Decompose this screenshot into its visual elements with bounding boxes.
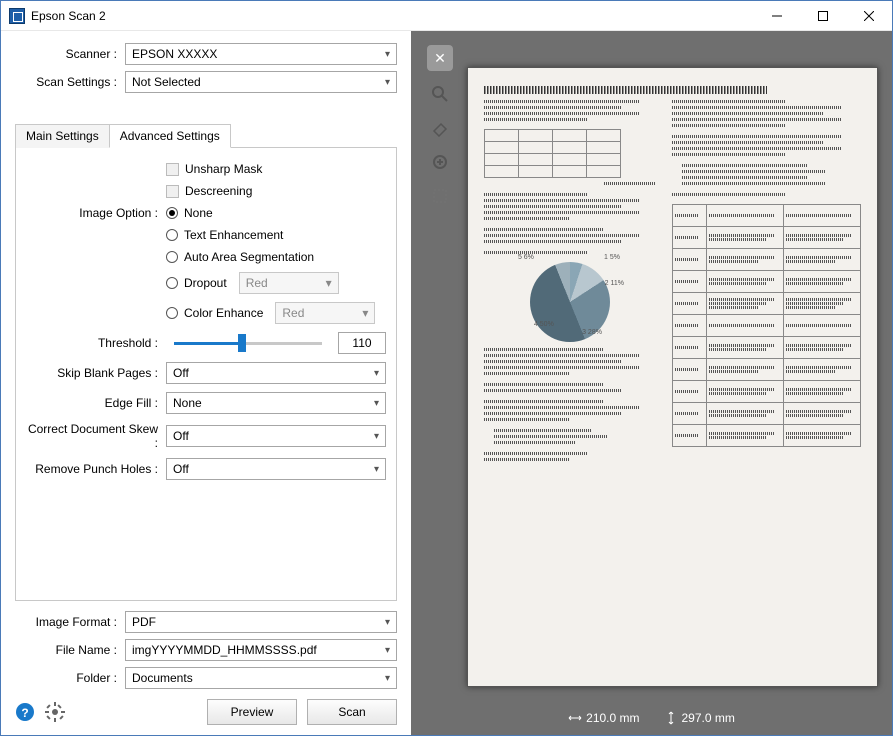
- tab-main-settings[interactable]: Main Settings: [15, 124, 110, 148]
- close-preview-icon[interactable]: ✕: [427, 45, 453, 71]
- scan-settings-value: Not Selected: [132, 75, 201, 89]
- gear-icon[interactable]: [45, 702, 65, 722]
- punch-holes-label: Remove Punch Holes :: [26, 462, 166, 476]
- descreening-label: Descreening: [185, 184, 252, 198]
- scanner-value: EPSON XXXXX: [132, 47, 217, 61]
- scan-button[interactable]: Scan: [307, 699, 397, 725]
- window-title: Epson Scan 2: [31, 9, 754, 23]
- rotate-icon[interactable]: [429, 151, 451, 173]
- radio-none-label: None: [184, 206, 213, 220]
- threshold-slider[interactable]: [174, 342, 322, 345]
- width-icon: [568, 711, 582, 725]
- edge-fill-select[interactable]: None▾: [166, 392, 386, 414]
- minimize-button[interactable]: [754, 1, 800, 31]
- scan-settings-select[interactable]: Not Selected ▾: [125, 71, 397, 93]
- radio-dropout[interactable]: [166, 277, 178, 289]
- file-name-label: File Name :: [15, 643, 125, 657]
- app-icon: [9, 8, 25, 24]
- radio-auto-seg-label: Auto Area Segmentation: [184, 250, 314, 264]
- color-enhance-select: Red▾: [275, 302, 375, 324]
- dropout-color-value: Red: [246, 276, 268, 290]
- tab-advanced-settings[interactable]: Advanced Settings: [109, 124, 231, 148]
- advanced-settings-body: Unsharp Mask Descreening Image Option : …: [15, 148, 397, 601]
- radio-none[interactable]: [166, 207, 178, 219]
- radio-auto-area-segmentation[interactable]: [166, 251, 178, 263]
- svg-text:?: ?: [21, 706, 28, 720]
- preview-button[interactable]: Preview: [207, 699, 297, 725]
- image-option-label: Image Option :: [26, 206, 166, 220]
- close-button[interactable]: [846, 1, 892, 31]
- mirror-icon[interactable]: [429, 185, 451, 207]
- radio-color-enhance[interactable]: [166, 307, 178, 319]
- dropout-color-select: Red▾: [239, 272, 339, 294]
- preview-document[interactable]: 1 5% 2 11% 3 28% 4 50% 5 6%: [467, 67, 878, 687]
- preview-panel: ✕: [411, 31, 892, 735]
- folder-select[interactable]: Documents▾: [125, 667, 397, 689]
- scanner-select[interactable]: EPSON XXXXX ▾: [125, 43, 397, 65]
- unsharp-mask-checkbox[interactable]: [166, 163, 179, 176]
- doc-small-table: [484, 129, 621, 178]
- help-icon[interactable]: ?: [15, 702, 35, 722]
- scan-settings-label: Scan Settings :: [15, 75, 125, 89]
- scanner-label: Scanner :: [15, 47, 125, 61]
- radio-text-enhancement[interactable]: [166, 229, 178, 241]
- image-format-label: Image Format :: [15, 615, 125, 629]
- threshold-value[interactable]: 110: [338, 332, 386, 354]
- zoom-icon[interactable]: [429, 83, 451, 105]
- page-height: 297.0 mm: [682, 711, 735, 725]
- skip-blank-label: Skip Blank Pages :: [26, 366, 166, 380]
- eraser-icon[interactable]: [429, 117, 451, 139]
- maximize-button[interactable]: [800, 1, 846, 31]
- folder-label: Folder :: [15, 671, 125, 685]
- preview-status-bar: 210.0 mm 297.0 mm: [411, 711, 892, 725]
- edge-fill-label: Edge Fill :: [26, 396, 166, 410]
- skip-blank-select[interactable]: Off▾: [166, 362, 386, 384]
- titlebar: Epson Scan 2: [1, 1, 892, 31]
- settings-panel: Scanner : EPSON XXXXX ▾ Scan Settings : …: [1, 31, 411, 735]
- page-width: 210.0 mm: [586, 711, 639, 725]
- doc-heading: [484, 86, 767, 94]
- punch-holes-select[interactable]: Off▾: [166, 458, 386, 480]
- unsharp-mask-label: Unsharp Mask: [185, 162, 262, 176]
- descreening-checkbox[interactable]: [166, 185, 179, 198]
- radio-dropout-label: Dropout: [184, 276, 227, 290]
- skew-select[interactable]: Off▾: [166, 425, 386, 447]
- threshold-label: Threshold :: [26, 336, 166, 350]
- doc-large-table: [672, 204, 861, 447]
- radio-text-enh-label: Text Enhancement: [184, 228, 283, 242]
- radio-color-enh-label: Color Enhance: [184, 306, 263, 320]
- image-format-select[interactable]: PDF▾: [125, 611, 397, 633]
- color-enhance-value: Red: [282, 306, 304, 320]
- height-icon: [664, 711, 678, 725]
- file-name-select[interactable]: imgYYYYMMDD_HHMMSSSS.pdf▾: [125, 639, 397, 661]
- chevron-down-icon: ▾: [385, 77, 390, 88]
- doc-pie-chart: 1 5% 2 11% 3 28% 4 50% 5 6%: [530, 262, 610, 342]
- chevron-down-icon: ▾: [385, 49, 390, 60]
- skew-label: Correct Document Skew :: [26, 422, 166, 450]
